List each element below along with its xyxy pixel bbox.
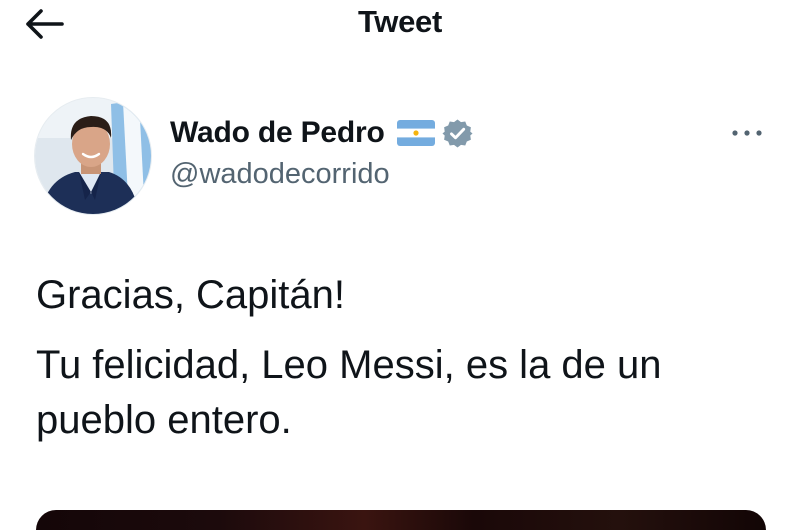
header-bar: Tweet: [0, 0, 800, 50]
more-dots-icon: [732, 130, 762, 136]
avatar[interactable]: [34, 97, 152, 215]
tweet-media[interactable]: [36, 510, 766, 530]
author-handle[interactable]: @wadodecorrido: [170, 158, 390, 191]
tweet-paragraph: Gracias, Capitán!: [36, 273, 346, 317]
page-title: Tweet: [357, 4, 443, 39]
author-name[interactable]: Wado de Pedro: [170, 116, 385, 150]
tweet-text: Gracias, Capitán! Tu felicidad, Leo Mess…: [36, 268, 776, 463]
argentina-flag-icon: [396, 120, 435, 146]
verified-badge-icon: [442, 118, 473, 149]
tweet-paragraph: Tu felicidad, Leo Messi, es la de un pue…: [36, 343, 662, 442]
author-name-row[interactable]: Wado de Pedro: [170, 113, 473, 153]
more-options-button[interactable]: [726, 118, 768, 148]
tweet-detail-page: Tweet Wado de Pedro @wadodecorrido Graci…: [0, 0, 800, 530]
